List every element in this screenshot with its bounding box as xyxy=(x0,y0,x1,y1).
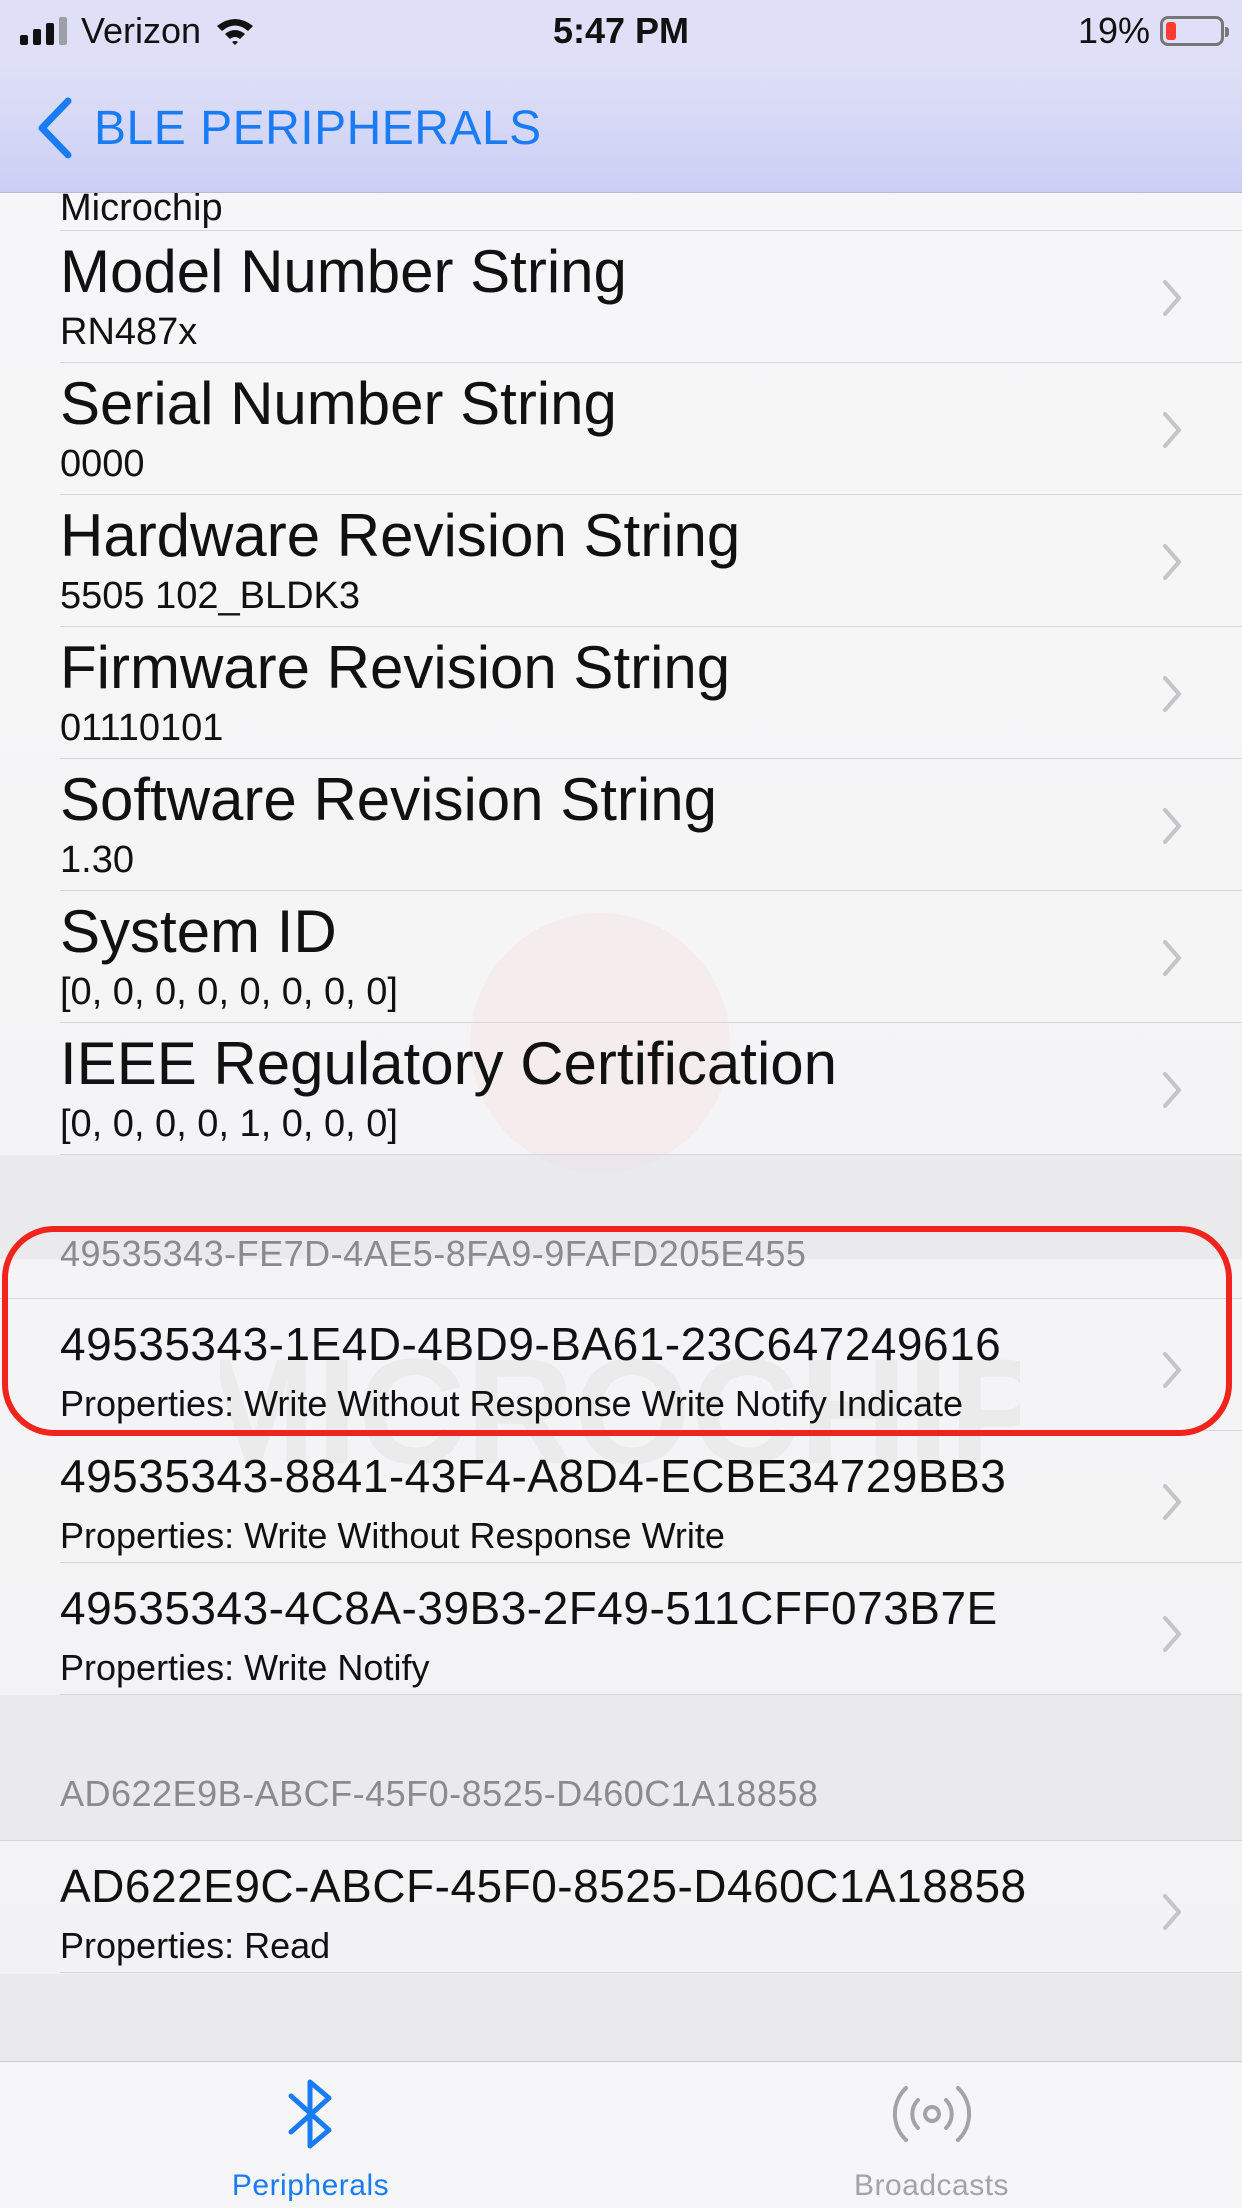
characteristic-uuid: 49535343-4C8A-39B3-2F49-511CFF073B7E xyxy=(60,1582,998,1634)
list-item-ieee-certification[interactable]: IEEE Regulatory Certification [0, 0, 0, … xyxy=(60,1023,1242,1155)
chevron-right-icon xyxy=(1163,1072,1181,1108)
list-item-serial-number[interactable]: Serial Number String 0000 xyxy=(60,363,1242,495)
cell-title: Software Revision String xyxy=(60,766,717,833)
chevron-right-icon xyxy=(1163,808,1181,844)
bluetooth-icon xyxy=(288,2079,331,2149)
characteristic-row[interactable]: AD622E9C-ABCF-45F0-8525-D460C1A18858 Pro… xyxy=(60,1841,1242,1973)
tab-bar: Peripherals Broadcasts xyxy=(0,2061,1242,2208)
cell-title: Firmware Revision String xyxy=(60,634,731,701)
tab-broadcasts[interactable]: Broadcasts xyxy=(621,2062,1242,2208)
cell-value: [0, 0, 0, 0, 1, 0, 0, 0] xyxy=(60,1103,398,1145)
cell-value: Microchip xyxy=(60,193,223,229)
characteristic-uuid: AD622E9C-ABCF-45F0-8525-D460C1A18858 xyxy=(60,1860,1027,1912)
characteristics-list[interactable]: MICROCHIP Microchip Model Number String … xyxy=(0,193,1242,2061)
service-header: AD622E9B-ABCF-45F0-8525-D460C1A18858 xyxy=(60,1773,819,1814)
characteristic-row[interactable]: 49535343-8841-43F4-A8D4-ECBE34729BB3 Pro… xyxy=(60,1431,1242,1563)
chevron-right-icon xyxy=(1163,544,1181,580)
characteristic-properties: Properties: Write Notify xyxy=(60,1647,430,1688)
list-footer xyxy=(0,1974,1242,2061)
chevron-right-icon xyxy=(1163,940,1181,976)
list-item-system-id[interactable]: System ID [0, 0, 0, 0, 0, 0, 0, 0] xyxy=(60,891,1242,1023)
cell-value: 1.30 xyxy=(60,839,134,881)
characteristic-uuid: 49535343-1E4D-4BD9-BA61-23C647249616 xyxy=(60,1318,1002,1370)
cell-title: IEEE Regulatory Certification xyxy=(60,1030,838,1097)
tab-peripherals[interactable]: Peripherals xyxy=(0,2062,621,2208)
list-item-software-revision[interactable]: Software Revision String 1.30 xyxy=(60,759,1242,891)
chevron-right-icon xyxy=(1163,280,1181,316)
cell-value: 01110101 xyxy=(60,707,224,749)
chevron-left-icon xyxy=(38,97,72,159)
characteristic-row[interactable]: 49535343-4C8A-39B3-2F49-511CFF073B7E Pro… xyxy=(60,1563,1242,1695)
screen: Verizon 5:47 PM 19% BLE PERIPHERALS MICR… xyxy=(0,0,1242,2208)
characteristic-row[interactable]: 49535343-1E4D-4BD9-BA61-23C647249616 Pro… xyxy=(60,1299,1242,1431)
tab-label: Peripherals xyxy=(231,2169,390,2202)
status-bar: Verizon 5:47 PM 19% xyxy=(0,0,1242,62)
chevron-right-icon xyxy=(1163,412,1181,448)
battery-percent: 19% xyxy=(1077,10,1150,51)
chevron-right-icon xyxy=(1163,1894,1181,1930)
cell-title: Hardware Revision String xyxy=(60,502,741,569)
back-button[interactable]: BLE PERIPHERALS xyxy=(36,96,542,160)
chevron-right-icon xyxy=(1163,1484,1181,1520)
list-item-model-number[interactable]: Model Number String RN487x xyxy=(60,231,1242,363)
cell-value: RN487x xyxy=(60,311,198,353)
navigation-bar: BLE PERIPHERALS xyxy=(0,62,1242,193)
chevron-right-icon xyxy=(1163,1352,1181,1388)
status-right: 19% xyxy=(1077,10,1229,52)
list-item-firmware-revision[interactable]: Firmware Revision String 01110101 xyxy=(60,627,1242,759)
broadcast-icon xyxy=(892,2086,971,2142)
characteristic-uuid: 49535343-8841-43F4-A8D4-ECBE34729BB3 xyxy=(60,1450,1007,1502)
status-time: 5:47 PM xyxy=(552,10,690,51)
cell-title: Serial Number String xyxy=(60,370,617,437)
tab-label: Broadcasts xyxy=(853,2169,1010,2202)
battery-icon xyxy=(1160,16,1229,46)
service-header: 49535343-FE7D-4AE5-8FA9-9FAFD205E455 xyxy=(60,1233,807,1274)
list-item-hardware-revision[interactable]: Hardware Revision String 5505 102_BLDK3 xyxy=(60,495,1242,627)
chevron-right-icon xyxy=(1163,1616,1181,1652)
characteristic-properties: Properties: Read xyxy=(60,1925,331,1966)
battery-fill xyxy=(1166,22,1176,40)
cell-value: 5505 102_BLDK3 xyxy=(60,575,361,617)
section-header-background xyxy=(0,1695,1242,1841)
characteristic-properties: Properties: Write Without Response Write… xyxy=(60,1383,964,1424)
back-button-label: BLE PERIPHERALS xyxy=(94,101,542,155)
cell-value: 0000 xyxy=(60,443,145,485)
characteristic-properties: Properties: Write Without Response Write xyxy=(60,1515,725,1556)
cell-title: Model Number String xyxy=(60,238,627,305)
cell-title: System ID xyxy=(60,898,337,965)
cell-value: [0, 0, 0, 0, 0, 0, 0, 0] xyxy=(60,971,398,1013)
list-item-manufacturer[interactable]: Microchip xyxy=(60,193,1242,231)
chevron-right-icon xyxy=(1163,676,1181,712)
